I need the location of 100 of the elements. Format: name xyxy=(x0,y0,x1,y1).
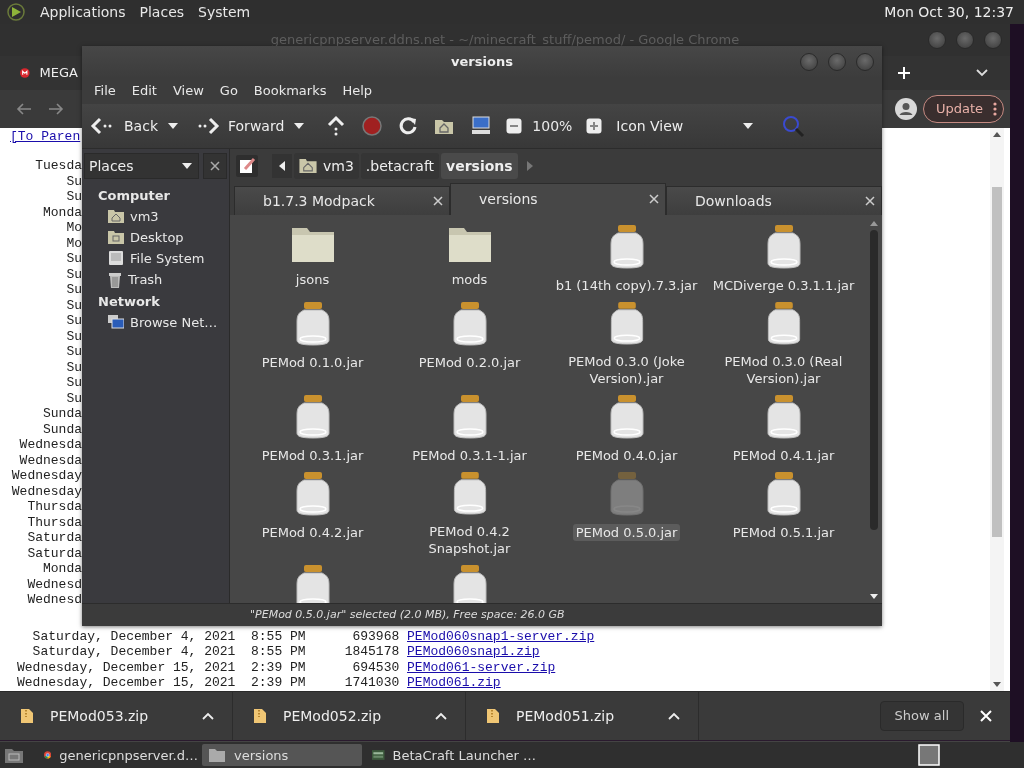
menu-item[interactable]: View xyxy=(164,83,212,99)
file-link[interactable]: PEMod061-server.zip xyxy=(407,659,556,676)
tab[interactable]: versions xyxy=(450,182,666,215)
show-desktop-icon[interactable] xyxy=(4,746,24,764)
menu-item[interactable]: File xyxy=(86,83,124,99)
file-name-label[interactable]: PEMod 0.2.0.jar xyxy=(415,353,524,371)
file-name-label[interactable]: MCDiverge 0.3.1.1.jar xyxy=(709,276,858,294)
tab[interactable]: Downloads xyxy=(666,185,882,215)
file-name-label[interactable]: PEMod 0.4.1.jar xyxy=(729,446,838,464)
file-link[interactable]: PEMod060snap1.zip xyxy=(407,644,540,660)
window-control-button[interactable] xyxy=(800,52,818,71)
window-control-button[interactable] xyxy=(984,30,1002,49)
taskbar-button[interactable]: genericpnpserver.d… xyxy=(38,744,198,766)
file-name-label[interactable]: PEMod 0.3.0 (Joke Version).jar xyxy=(548,352,705,387)
forward-arrow-icon[interactable] xyxy=(48,101,64,116)
back-button[interactable]: Back xyxy=(90,115,158,136)
file-name-label[interactable]: PEMod 0.3.0 (Real Version).jar xyxy=(705,352,862,387)
breadcrumb-button[interactable]: vm3 xyxy=(294,152,359,179)
window-control-button[interactable] xyxy=(856,52,874,71)
file-name-label[interactable]: PEMod 0.1.0.jar xyxy=(258,353,367,371)
file-name-label[interactable]: PEMod 0.4.2 Snapshot.jar xyxy=(391,522,548,557)
file-name-label[interactable]: PEMod 0.3.1-1.jar xyxy=(409,446,530,464)
places-dropdown[interactable]: Places xyxy=(84,152,199,179)
scrollbar[interactable] xyxy=(990,127,1004,691)
jar-icon[interactable] xyxy=(766,394,801,439)
jar-icon[interactable] xyxy=(609,301,644,345)
scroll-down-icon[interactable] xyxy=(870,593,878,599)
menu-item[interactable]: Help xyxy=(334,83,381,99)
sidebar-item[interactable]: File System xyxy=(84,247,205,269)
stop-icon[interactable] xyxy=(362,115,383,136)
view-mode-dropdown[interactable]: Icon View xyxy=(612,117,754,134)
download-item[interactable]: PEMod051.zip xyxy=(466,691,699,740)
forward-button[interactable]: Forward xyxy=(194,115,285,136)
zoom-in-icon[interactable] xyxy=(586,117,603,134)
file-link[interactable]: PEMod060snap1-server.zip xyxy=(407,628,595,645)
jar-icon[interactable] xyxy=(609,224,644,269)
close-tab-icon[interactable] xyxy=(649,194,659,205)
scroll-down-icon[interactable] xyxy=(993,681,1001,687)
file-name-label[interactable]: PEMod 0.4.0.jar xyxy=(572,446,681,464)
window-control-button[interactable] xyxy=(956,30,974,49)
jar-icon[interactable] xyxy=(452,394,487,439)
breadcrumb-button[interactable]: versions xyxy=(441,152,518,179)
file-name-label[interactable]: jsons xyxy=(292,270,333,288)
chevron-up-icon[interactable] xyxy=(202,711,214,720)
close-sidebar-button[interactable] xyxy=(203,152,227,179)
scroll-up-icon[interactable] xyxy=(993,131,1001,137)
panel-menu[interactable]: Places xyxy=(139,4,185,20)
scroll-up-icon[interactable] xyxy=(870,220,878,226)
profile-avatar-icon[interactable] xyxy=(894,97,917,120)
download-item[interactable]: PEMod053.zip xyxy=(0,691,233,740)
back-arrow-icon[interactable] xyxy=(16,101,32,116)
jar-icon[interactable] xyxy=(295,301,330,346)
up-arrow-icon[interactable] xyxy=(326,114,347,137)
jar-icon[interactable] xyxy=(766,224,801,269)
file-name-label[interactable]: PEMod 0.5.1.jar xyxy=(729,523,838,541)
menu-item[interactable]: Go xyxy=(211,83,246,99)
jar-icon[interactable] xyxy=(609,394,644,439)
panel-menu[interactable]: System xyxy=(198,4,251,20)
show-all-button[interactable]: Show all xyxy=(879,700,964,731)
sidebar-item[interactable]: Trash xyxy=(84,268,163,291)
sidebar-item[interactable]: vm3 xyxy=(84,205,159,227)
close-tab-icon[interactable] xyxy=(433,195,443,206)
file-name-label[interactable]: mods xyxy=(448,270,491,288)
window-control-button[interactable] xyxy=(828,52,846,71)
breadcrumb-button[interactable]: .betacraft xyxy=(360,152,440,179)
file-name-label[interactable]: b1 (14th copy).7.3.jar xyxy=(552,276,701,294)
jar-icon[interactable] xyxy=(766,471,801,516)
sidebar-item[interactable]: Browse Net… xyxy=(84,311,218,333)
file-name-label[interactable]: PEMod 0.3.1.jar xyxy=(258,446,367,464)
computer-icon[interactable] xyxy=(470,115,493,136)
more-vertical-icon[interactable] xyxy=(993,101,997,116)
jar-icon[interactable] xyxy=(295,564,330,603)
jar-icon[interactable] xyxy=(766,301,801,345)
file-name-label[interactable]: PEMod 0.4.2.jar xyxy=(258,523,367,541)
caret-down-icon[interactable] xyxy=(168,122,178,129)
reload-icon[interactable] xyxy=(398,115,419,136)
taskbar-button[interactable]: BetaCraft Launcher … xyxy=(366,744,536,766)
close-icon[interactable] xyxy=(980,709,992,722)
file-link[interactable]: PEMod061.zip xyxy=(407,675,501,691)
chevron-up-icon[interactable] xyxy=(435,711,447,720)
breadcrumb-left-button[interactable] xyxy=(272,153,292,178)
zoom-out-icon[interactable] xyxy=(506,117,523,134)
workspace-switcher-icon[interactable] xyxy=(918,744,940,766)
edit-location-icon[interactable] xyxy=(236,154,258,177)
update-button[interactable]: Update xyxy=(922,94,1004,123)
panel-menu[interactable]: Applications xyxy=(40,4,126,20)
download-item[interactable]: PEMod052.zip xyxy=(233,691,466,740)
jar-icon[interactable] xyxy=(452,564,487,603)
jar-icon[interactable] xyxy=(295,394,330,439)
caret-down-icon[interactable] xyxy=(294,122,305,129)
jar-icon[interactable] xyxy=(295,471,330,516)
chevron-up-icon[interactable] xyxy=(668,711,680,720)
tab[interactable]: b1.7.3 Modpack xyxy=(234,185,450,215)
new-tab-icon[interactable] xyxy=(897,65,911,80)
chevron-down-icon[interactable] xyxy=(976,68,988,77)
jar-icon[interactable] xyxy=(452,471,487,515)
play-logo-icon[interactable] xyxy=(6,2,26,22)
browser-tab[interactable]: MEGA xyxy=(12,57,78,88)
window-control-button[interactable] xyxy=(928,30,946,49)
file-name-label[interactable]: PEMod 0.5.0.jar xyxy=(572,523,681,541)
